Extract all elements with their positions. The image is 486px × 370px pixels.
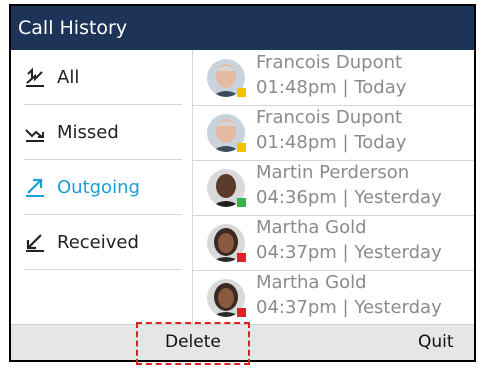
filter-all[interactable]: All: [24, 50, 182, 105]
filter-outgoing[interactable]: Outgoing: [24, 160, 182, 215]
call-time: 01:48pm | Today: [256, 77, 407, 98]
filter-missed[interactable]: Missed: [24, 105, 182, 160]
call-row[interactable]: Francois Dupont 01:48pm | Today: [193, 105, 474, 161]
caller-name: Martha Gold: [256, 217, 367, 238]
call-time: 04:37pm | Yesterday: [256, 242, 442, 263]
caller-name: Francois Dupont: [256, 107, 403, 128]
call-list: Francois Dupont 01:48pm | Today Francois…: [193, 50, 474, 327]
caller-name: Martin Perderson: [256, 162, 410, 183]
presence-status-icon: [237, 143, 246, 152]
call-row[interactable]: Martin Perderson 04:36pm | Yesterday: [193, 160, 474, 216]
presence-status-icon: [237, 308, 246, 317]
caller-name: Martha Gold: [256, 272, 367, 293]
filter-received[interactable]: Received: [24, 215, 182, 270]
filter-list: All Missed Outgoing Received: [11, 50, 192, 327]
presence-status-icon: [237, 198, 246, 207]
presence-status-icon: [237, 253, 246, 262]
presence-status-icon: [237, 88, 246, 97]
received-call-icon: [24, 231, 46, 253]
missed-call-icon: [24, 121, 46, 143]
all-calls-icon: [24, 66, 46, 88]
phone-screen: Call History All Missed Outgoing Receive…: [9, 4, 476, 362]
delete-button[interactable]: Delete: [165, 325, 221, 360]
call-time: 04:36pm | Yesterday: [256, 187, 442, 208]
title-bar: Call History: [11, 6, 474, 50]
call-row[interactable]: Francois Dupont 01:48pm | Today: [193, 50, 474, 106]
call-time: 01:48pm | Today: [256, 132, 407, 153]
screen-title: Call History: [18, 17, 128, 39]
filter-outgoing-label: Outgoing: [57, 176, 140, 198]
call-row[interactable]: Martha Gold 04:37pm | Yesterday: [193, 215, 474, 271]
filter-all-label: All: [57, 66, 80, 88]
call-row[interactable]: Martha Gold 04:37pm | Yesterday: [193, 270, 474, 325]
call-time: 04:37pm | Yesterday: [256, 297, 442, 318]
filter-received-label: Received: [57, 231, 139, 253]
outgoing-call-icon: [24, 176, 46, 198]
filter-missed-label: Missed: [57, 121, 119, 143]
quit-button[interactable]: Quit: [418, 325, 454, 360]
softkey-bar: Delete Quit: [11, 324, 474, 360]
caller-name: Francois Dupont: [256, 52, 403, 73]
